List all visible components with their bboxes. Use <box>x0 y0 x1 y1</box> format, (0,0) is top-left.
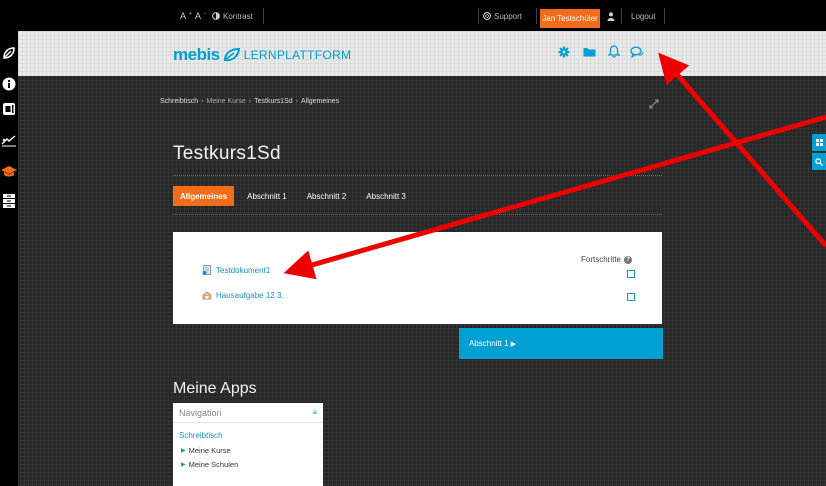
support-link[interactable]: Support <box>483 9 522 23</box>
mebis-logo-icon[interactable] <box>1 45 17 61</box>
collapse-menu-icon[interactable]: ≡ <box>312 408 317 417</box>
topbar-divider <box>536 8 537 24</box>
divider <box>173 214 662 215</box>
navigation-block-header: Navigation ≡ <box>173 403 323 423</box>
topbar-divider <box>664 8 665 24</box>
notification-bell-icon[interactable] <box>607 45 622 59</box>
user-profile-icon[interactable] <box>607 9 615 23</box>
tab-abschnitt-2[interactable]: Abschnitt 2 <box>300 186 354 206</box>
settings-gear-icon[interactable] <box>558 45 572 59</box>
topbar-divider <box>478 8 479 24</box>
divider <box>173 175 662 176</box>
logout-label: Logout <box>631 11 656 21</box>
completion-checkbox[interactable] <box>627 270 635 278</box>
site-logo[interactable]: mebis LERNPLATTFORM <box>173 45 351 65</box>
activity-label: Hausaufgabe 12.3. <box>216 290 284 300</box>
section-tabs: Allgemeines Abschnitt 1 Abschnitt 2 Absc… <box>173 186 419 206</box>
nav-item-label: Meine Schulen <box>188 460 239 469</box>
messages-chat-icon[interactable] <box>630 45 644 59</box>
font-size-up-glyph: A <box>180 11 187 21</box>
nav-item-meine-kurse[interactable]: ▶ Meine Kurse <box>181 446 231 455</box>
topbar-divider <box>263 8 264 24</box>
block-toggle-button[interactable] <box>812 134 826 151</box>
graduation-cap-icon[interactable] <box>1 164 17 180</box>
top-bar: A + A- Kontrast Support Jan Testschüler L… <box>18 0 826 31</box>
course-title: Testkurs1Sd <box>173 143 281 164</box>
help-icon[interactable]: ? <box>624 255 633 264</box>
breadcrumb-item[interactable]: Schreibtisch <box>160 98 198 105</box>
site-header: mebis LERNPLATTFORM <box>18 31 826 76</box>
info-icon[interactable] <box>1 76 17 92</box>
search-button[interactable] <box>812 153 826 170</box>
breadcrumb-separator: › <box>295 98 298 105</box>
completion-checkbox[interactable] <box>627 293 635 301</box>
font-size-down-glyph: A <box>195 11 202 21</box>
my-apps-heading: Meine Apps <box>173 380 257 397</box>
section-content-card: Fortschritte ? Testdokument1 Hausaufgabe… <box>173 232 662 324</box>
font-size-increase-button[interactable]: A + <box>180 9 192 23</box>
contrast-button[interactable]: Kontrast <box>212 9 253 23</box>
logo-mebis-text: mebis <box>173 45 220 64</box>
progress-header: Fortschritte ? <box>581 255 633 264</box>
nav-item-label: Meine Kurse <box>188 446 231 455</box>
caret-right-icon: ▶ <box>181 462 186 468</box>
contrast-icon <box>212 12 220 20</box>
play-arrow-icon: ▶ <box>510 340 516 348</box>
grid-icon <box>815 139 823 146</box>
assignment-icon <box>202 291 212 300</box>
navigation-block-title: Navigation <box>179 407 222 418</box>
breadcrumb-separator: › <box>248 98 252 105</box>
topbar-divider <box>621 8 622 24</box>
lifebuoy-icon <box>483 12 491 20</box>
expand-icon[interactable] <box>649 96 659 109</box>
activity-link-hausaufgabe[interactable]: Hausaufgabe 12.3. <box>202 290 284 300</box>
tab-abschnitt-3[interactable]: Abschnitt 3 <box>359 186 413 206</box>
progress-label: Fortschritte <box>581 255 622 264</box>
breadcrumb-item[interactable]: Allgemeines <box>301 98 339 105</box>
folder-icon[interactable] <box>583 45 597 59</box>
nav-item-meine-schulen[interactable]: ▶ Meine Schulen <box>181 460 238 469</box>
contrast-label: Kontrast <box>223 11 253 21</box>
support-label: Support <box>494 11 523 21</box>
user-name-label: Jan Testschüler <box>542 14 598 23</box>
user-menu-button[interactable]: Jan Testschüler <box>540 9 600 28</box>
breadcrumb-item[interactable]: Testkurs1Sd <box>254 98 293 105</box>
breadcrumb: Schreibtisch › Meine Kurse › Testkurs1Sd… <box>160 98 339 105</box>
activity-link-testdokument1[interactable]: Testdokument1 <box>202 265 270 275</box>
navigation-block: Navigation ≡ Schreibtisch ▶ Meine Kurse … <box>173 403 323 486</box>
annotation-arrow <box>658 52 826 248</box>
next-section-label: Abschnitt 1 <box>469 339 509 348</box>
activity-label: Testdokument1 <box>216 265 271 275</box>
logo-subtitle: LERNPLATTFORM <box>243 48 352 62</box>
mebis-leaf-icon <box>223 48 240 62</box>
archive-icon[interactable] <box>1 193 17 209</box>
search-icon <box>815 157 823 166</box>
left-sidebar <box>0 0 18 486</box>
font-size-decrease-button[interactable]: A- <box>195 9 206 23</box>
next-section-button[interactable]: Abschnitt 1 ▶ <box>459 328 663 359</box>
caret-right-icon: ▶ <box>181 448 186 454</box>
tab-allgemeines[interactable]: Allgemeines <box>173 186 235 206</box>
tab-abschnitt-1[interactable]: Abschnitt 1 <box>240 186 294 206</box>
document-icon <box>202 265 211 275</box>
exam-icon[interactable] <box>1 133 17 149</box>
breadcrumb-separator: › <box>201 98 204 105</box>
logout-link[interactable]: Logout <box>631 9 655 23</box>
mediathek-icon[interactable] <box>1 101 17 117</box>
breadcrumb-item[interactable]: Meine Kurse <box>206 98 245 105</box>
nav-link-schreibtisch[interactable]: Schreibtisch <box>179 431 223 440</box>
